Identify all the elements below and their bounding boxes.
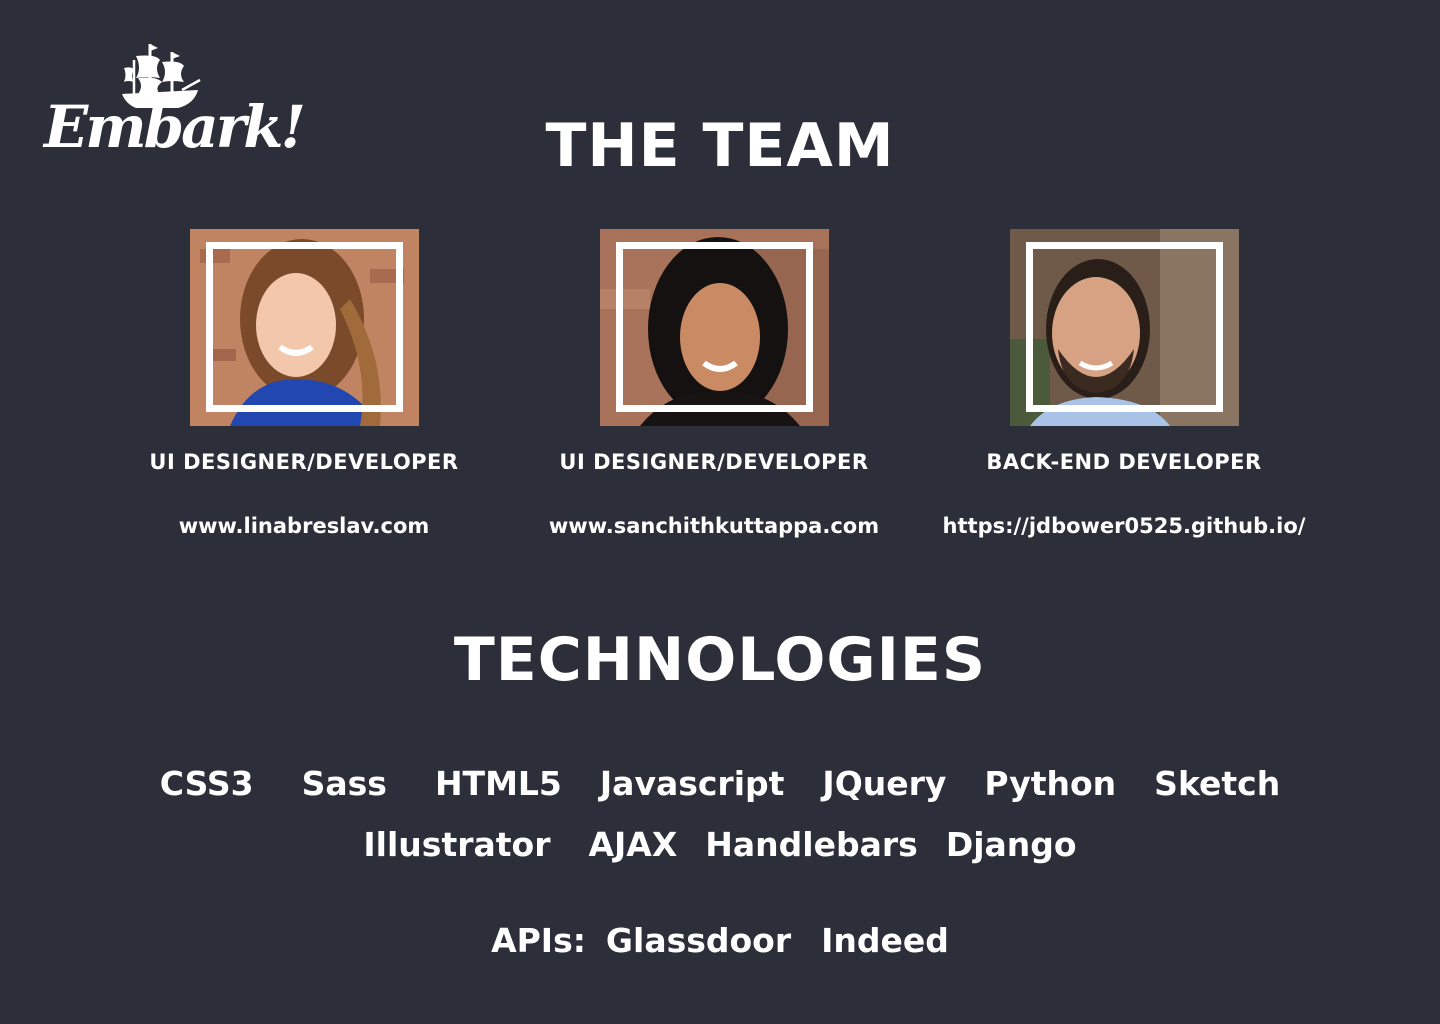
technologies-title: TECHNOLOGIES (453, 625, 987, 695)
technologies-row: CSS3 Sass HTML5 Javascript JQuery Python… (0, 762, 1440, 806)
member-role: UI DESIGNER/DEVELOPER (559, 450, 869, 474)
tech-item: AJAX (588, 825, 678, 864)
member-photo (599, 229, 829, 426)
tech-item: CSS3 (159, 764, 254, 803)
tech-item: Sketch (1154, 764, 1281, 803)
apis-row: APIs: Glassdoor Indeed (0, 919, 1440, 963)
team-member-card: UI DESIGNER/DEVELOPER www.sanchithkuttap… (514, 229, 914, 540)
tech-item: Handlebars (705, 825, 918, 864)
member-website-link[interactable]: www.linabreslav.com (179, 512, 430, 540)
tech-item: Django (945, 825, 1077, 864)
tech-item: Sass (301, 764, 387, 803)
member-role: BACK-END DEVELOPER (986, 450, 1262, 474)
photo-frame (1025, 242, 1223, 412)
member-website-link[interactable]: https://jdbower0525.github.io/ (943, 512, 1306, 540)
tech-item: JQuery (822, 764, 947, 803)
team-member-card: UI DESIGNER/DEVELOPER www.linabreslav.co… (104, 229, 504, 540)
apis-label: APIs: (491, 921, 586, 960)
member-photo (189, 229, 419, 426)
team-member-card: BACK-END DEVELOPER https://jdbower0525.g… (924, 229, 1324, 540)
tech-item: Python (984, 764, 1117, 803)
technologies-row: Illustrator AJAX Handlebars Django (0, 823, 1440, 867)
team-title: THE TEAM (545, 111, 895, 181)
member-photo (1009, 229, 1239, 426)
photo-frame (615, 242, 813, 412)
tech-item: Javascript (599, 764, 785, 803)
member-role: UI DESIGNER/DEVELOPER (149, 450, 459, 474)
photo-frame (205, 242, 403, 412)
tech-item: HTML5 (434, 764, 562, 803)
api-item: Indeed (821, 921, 949, 960)
tech-item: Illustrator (363, 825, 551, 864)
member-website-link[interactable]: www.sanchithkuttappa.com (549, 512, 879, 540)
api-item: Glassdoor (605, 921, 792, 960)
